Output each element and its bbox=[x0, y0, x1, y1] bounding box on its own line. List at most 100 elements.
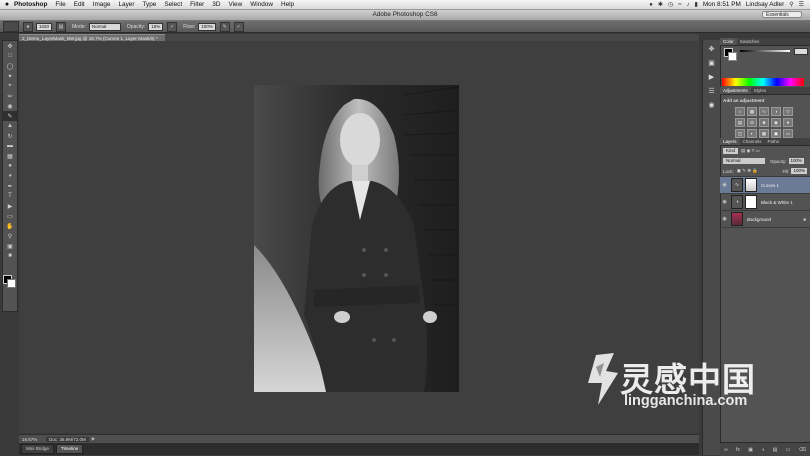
clone-stamp-tool-icon[interactable]: ▲ bbox=[3, 121, 17, 131]
opacity-field[interactable]: 15% bbox=[148, 22, 164, 31]
layer-row[interactable]: ◉ Background ■ bbox=[720, 211, 810, 228]
airbrush-icon[interactable]: ✎ bbox=[219, 21, 230, 32]
layer-mask-thumbnail[interactable] bbox=[745, 195, 757, 209]
lock-icons[interactable]: ▣ ✎ ✥ 🔒 bbox=[737, 168, 758, 174]
color-balance-icon[interactable]: ⚖ bbox=[747, 118, 757, 127]
move-tool-icon[interactable]: ✥ bbox=[3, 41, 17, 51]
color-value-field[interactable] bbox=[794, 48, 808, 55]
invert-icon[interactable]: ◐ bbox=[747, 129, 757, 138]
black-white-icon[interactable]: ■ bbox=[759, 118, 769, 127]
layer-style-icon[interactable]: fx bbox=[736, 447, 740, 453]
eyedropper-tool-icon[interactable]: ✏ bbox=[3, 91, 17, 101]
tab-paths[interactable]: Paths bbox=[765, 139, 783, 144]
add-mask-icon[interactable]: ▣ bbox=[748, 447, 753, 453]
clock-icon[interactable]: ◷ bbox=[668, 1, 673, 8]
document-photo[interactable] bbox=[254, 85, 459, 392]
blur-tool-icon[interactable]: ● bbox=[3, 161, 17, 171]
background-color-swatch[interactable] bbox=[7, 279, 16, 288]
threshold-icon[interactable]: ▣ bbox=[771, 129, 781, 138]
vibrance-icon[interactable]: ▽ bbox=[783, 107, 793, 116]
layer-name[interactable]: Curves 1 bbox=[761, 183, 779, 188]
spotlight-search-icon[interactable]: ⚲ bbox=[789, 1, 793, 8]
exposure-icon[interactable]: ◑ bbox=[771, 107, 781, 116]
crop-tool-icon[interactable]: ⌖ bbox=[3, 81, 17, 91]
link-layers-icon[interactable]: ∞ bbox=[724, 447, 728, 453]
app-menu[interactable]: Photoshop bbox=[14, 1, 47, 8]
layer-mask-thumbnail[interactable] bbox=[745, 178, 757, 192]
shape-tool-icon[interactable]: ▭ bbox=[3, 211, 17, 221]
gradient-tool-icon[interactable]: ▦ bbox=[3, 151, 17, 161]
tab-layers[interactable]: Layers bbox=[720, 138, 740, 145]
mode-select[interactable]: Normal bbox=[88, 22, 121, 31]
zoom-level[interactable]: 16.67% bbox=[19, 437, 40, 442]
tab-color[interactable]: Color bbox=[720, 38, 737, 45]
layer-name[interactable]: Black & White 1 bbox=[761, 200, 793, 205]
layer-filter-icons[interactable]: ▤ ◉ T ▭ bbox=[741, 148, 760, 154]
bluetooth-icon[interactable]: ✱ bbox=[658, 1, 663, 8]
menu-type[interactable]: Type bbox=[142, 1, 156, 8]
menu-image[interactable]: Image bbox=[93, 1, 111, 8]
curves-icon[interactable]: ∿ bbox=[759, 107, 769, 116]
healing-brush-tool-icon[interactable]: ◉ bbox=[3, 101, 17, 111]
layer-row[interactable]: ◉ ◑ Black & White 1 bbox=[720, 194, 810, 211]
menu-help[interactable]: Help bbox=[281, 1, 294, 8]
levels-icon[interactable]: ▦ bbox=[747, 107, 757, 116]
color-lookup-icon[interactable]: ◫ bbox=[735, 129, 745, 138]
battery-icon[interactable]: ▮ bbox=[695, 1, 698, 8]
tool-preset-picker[interactable] bbox=[3, 21, 19, 32]
tab-swatches[interactable]: Swatches bbox=[737, 39, 763, 44]
color-spectrum[interactable] bbox=[722, 78, 804, 86]
layer-filter-kind[interactable]: Kind bbox=[723, 148, 739, 154]
tray-icon[interactable]: ● bbox=[649, 2, 653, 8]
flow-field[interactable]: 100% bbox=[198, 22, 216, 31]
layer-thumbnail[interactable] bbox=[731, 212, 743, 226]
visibility-eye-icon[interactable]: ◉ bbox=[720, 216, 729, 222]
menu-layer[interactable]: Layer bbox=[118, 1, 134, 8]
menu-file[interactable]: File bbox=[55, 1, 65, 8]
brush-preset-icon[interactable]: ● bbox=[23, 21, 33, 32]
menu-user[interactable]: Lindsay Adler bbox=[746, 1, 784, 8]
brush-tool-icon[interactable]: ✎ bbox=[3, 111, 17, 121]
visibility-eye-icon[interactable]: ◉ bbox=[720, 199, 729, 205]
delete-layer-icon[interactable]: ⌫ bbox=[799, 447, 806, 453]
zoom-tool-icon[interactable]: ⚲ bbox=[3, 231, 17, 241]
new-group-icon[interactable]: ▤ bbox=[773, 447, 778, 453]
info-icon[interactable]: ▣ bbox=[705, 57, 718, 68]
wifi-icon[interactable]: ≈ bbox=[678, 2, 681, 8]
brush-size-field[interactable]: 1020 bbox=[36, 22, 53, 31]
type-tool-icon[interactable]: T bbox=[3, 191, 17, 201]
blend-mode-select[interactable]: Normal bbox=[723, 158, 765, 164]
brightness-contrast-icon[interactable]: ☼ bbox=[735, 107, 745, 116]
notifications-icon[interactable]: ☰ bbox=[799, 1, 804, 8]
actions-icon[interactable]: ▶ bbox=[705, 71, 718, 82]
brush-panel-icon[interactable]: ▤ bbox=[56, 21, 67, 32]
lasso-tool-icon[interactable]: ◯ bbox=[3, 61, 17, 71]
tab-timeline[interactable]: Timeline bbox=[55, 444, 84, 454]
menu-select[interactable]: Select bbox=[164, 1, 182, 8]
tab-adjustments[interactable]: Adjustments bbox=[720, 87, 751, 94]
doc-size-info[interactable]: Doc: 36.9M/72.0M bbox=[46, 436, 89, 442]
tab-channels[interactable]: Channels bbox=[740, 139, 765, 144]
document-tab[interactable]: 2_Demo_LayerMask_BW.jpg @ 16.7% (Curves … bbox=[19, 34, 165, 41]
gradient-map-icon[interactable]: ▭ bbox=[783, 129, 793, 138]
workspace-switcher[interactable]: Essentials bbox=[762, 11, 802, 18]
menu-filter[interactable]: Filter bbox=[190, 1, 204, 8]
hand-tool-icon[interactable]: ✋ bbox=[3, 221, 17, 231]
eraser-tool-icon[interactable]: ▬ bbox=[3, 141, 17, 151]
path-selection-tool-icon[interactable]: ▶ bbox=[3, 201, 17, 211]
navigator-icon[interactable]: ✥ bbox=[705, 43, 718, 54]
hue-saturation-icon[interactable]: ▤ bbox=[735, 118, 745, 127]
properties-icon[interactable]: ☰ bbox=[705, 85, 718, 96]
menu-edit[interactable]: Edit bbox=[74, 1, 85, 8]
tab-mini-bridge[interactable]: Mini Bridge bbox=[21, 444, 54, 454]
history-brush-tool-icon[interactable]: ↻ bbox=[3, 131, 17, 141]
new-adjustment-icon[interactable]: ◑ bbox=[761, 447, 764, 453]
posterize-icon[interactable]: ▩ bbox=[759, 129, 769, 138]
channel-mixer-icon[interactable]: ● bbox=[783, 118, 793, 127]
layer-name[interactable]: Background bbox=[747, 217, 771, 222]
color-slider[interactable] bbox=[740, 50, 790, 52]
status-menu-arrow-icon[interactable]: ▶ bbox=[92, 436, 95, 442]
photo-filter-icon[interactable]: ◉ bbox=[771, 118, 781, 127]
layer-opacity-field[interactable]: 100% bbox=[788, 158, 805, 164]
menu-window[interactable]: Window bbox=[250, 1, 273, 8]
